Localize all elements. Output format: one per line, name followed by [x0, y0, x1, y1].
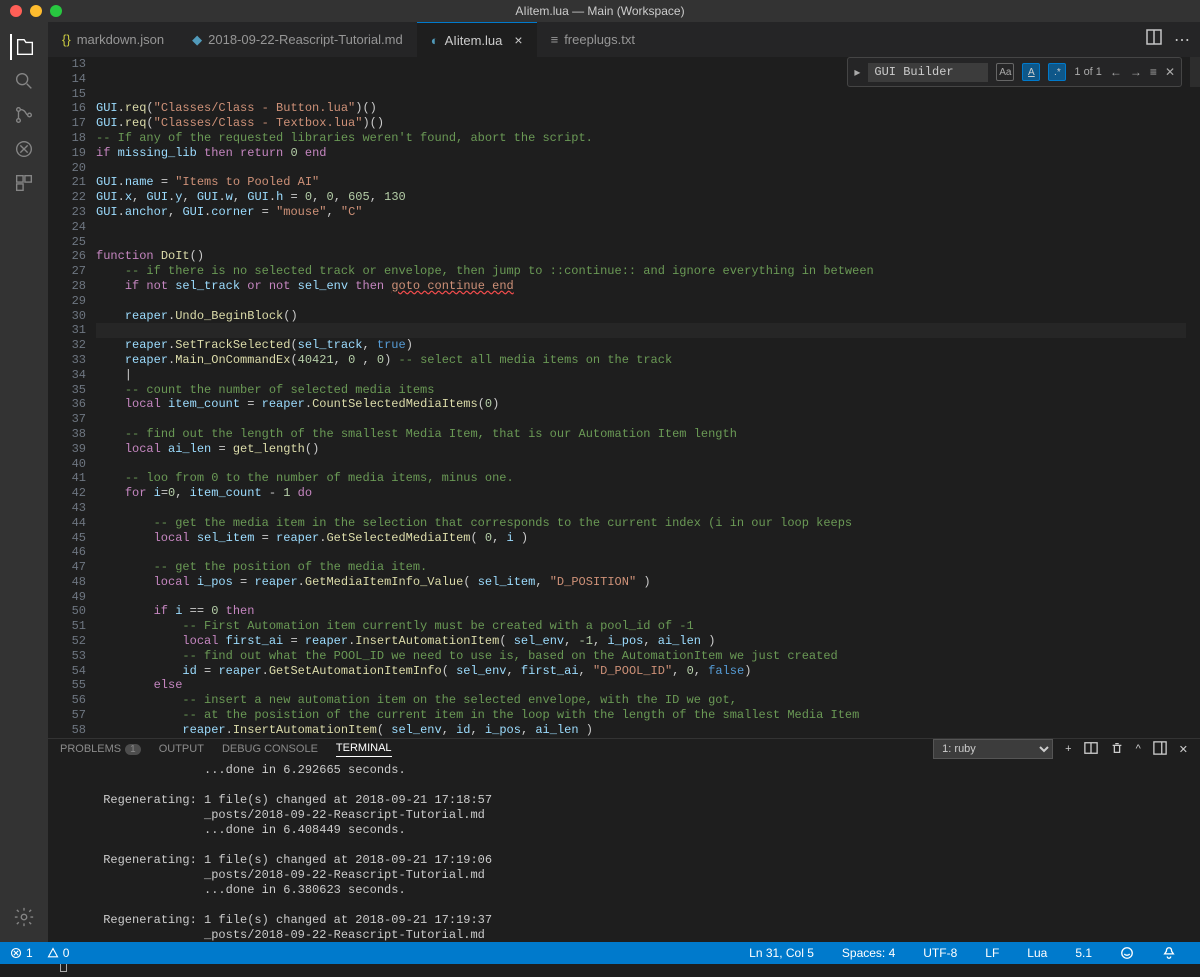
extensions-icon[interactable]: [11, 170, 37, 196]
settings-icon[interactable]: [11, 904, 37, 930]
more-icon[interactable]: ⋯: [1174, 30, 1190, 50]
braces-icon: {}: [62, 32, 71, 47]
explorer-icon[interactable]: [10, 34, 36, 60]
current-line-highlight: [96, 323, 1200, 338]
tab-reascript-tutorial[interactable]: ◆ 2018-09-22-Reascript-Tutorial.md: [178, 22, 417, 57]
source-control-icon[interactable]: [11, 102, 37, 128]
maximize-panel-icon[interactable]: ^: [1136, 743, 1141, 755]
tab-label: 2018-09-22-Reascript-Tutorial.md: [208, 32, 403, 47]
status-eol[interactable]: LF: [985, 946, 999, 960]
maximize-window-icon[interactable]: [50, 5, 62, 17]
terminal-selector[interactable]: 1: ruby: [933, 739, 1053, 759]
panel-tab-problems[interactable]: PROBLEMS 1: [60, 743, 141, 755]
minimap[interactable]: [1186, 57, 1200, 738]
minimize-window-icon[interactable]: [30, 5, 42, 17]
status-warnings[interactable]: 0: [47, 946, 70, 960]
kill-terminal-icon[interactable]: [1110, 741, 1124, 758]
line-gutter: 1314151617181920212223242526272829303132…: [48, 57, 96, 738]
notifications-icon[interactable]: [1162, 946, 1176, 960]
window-title: AIitem.lua — Main (Workspace): [515, 4, 684, 18]
panel-tab-output[interactable]: OUTPUT: [159, 743, 204, 755]
feedback-icon[interactable]: [1120, 946, 1134, 960]
code-area[interactable]: GUI.req("Classes/Class - Button.lua")()G…: [96, 57, 1200, 738]
minimap-slider[interactable]: [1190, 57, 1200, 87]
split-terminal-icon[interactable]: [1084, 741, 1098, 758]
status-spaces[interactable]: Spaces: 4: [842, 946, 895, 960]
lua-icon: ◐: [431, 33, 439, 48]
text-icon: ≡: [551, 32, 559, 47]
tab-label: markdown.json: [77, 32, 164, 47]
close-panel-icon[interactable]: ✕: [1179, 743, 1188, 756]
status-linecol[interactable]: Ln 31, Col 5: [749, 946, 814, 960]
split-editor-icon[interactable]: [1146, 29, 1162, 50]
panel-tab-terminal[interactable]: TERMINAL: [336, 742, 392, 757]
status-language[interactable]: Lua: [1027, 946, 1047, 960]
tab-label: freeplugs.txt: [564, 32, 635, 47]
toggle-panel-layout-icon[interactable]: [1153, 741, 1167, 758]
problems-count-badge: 1: [125, 744, 141, 755]
status-encoding[interactable]: UTF-8: [923, 946, 957, 960]
window-controls: [10, 5, 62, 17]
close-tab-icon[interactable]: ×: [508, 32, 522, 48]
tab-label: AIitem.lua: [445, 33, 503, 48]
tab-freeplugs-txt[interactable]: ≡ freeplugs.txt: [537, 22, 649, 57]
activity-bar: [0, 22, 48, 942]
editor[interactable]: 1314151617181920212223242526272829303132…: [48, 57, 1200, 738]
tab-bar: {} markdown.json ◆ 2018-09-22-Reascript-…: [0, 22, 1200, 57]
status-bar: 1 0 Ln 31, Col 5 Spaces: 4 UTF-8 LF Lua …: [0, 942, 1200, 964]
search-icon[interactable]: [11, 68, 37, 94]
markdown-icon: ◆: [192, 32, 202, 48]
new-terminal-icon[interactable]: +: [1065, 743, 1071, 755]
status-errors[interactable]: 1: [10, 946, 33, 960]
debug-icon[interactable]: [11, 136, 37, 162]
close-window-icon[interactable]: [10, 5, 22, 17]
titlebar: AIitem.lua — Main (Workspace): [0, 0, 1200, 22]
tab-aiitem-lua[interactable]: ◐ AIitem.lua ×: [417, 22, 537, 57]
panel-tab-bar: PROBLEMS 1 OUTPUT DEBUG CONSOLE TERMINAL…: [48, 739, 1200, 759]
panel-tab-debug[interactable]: DEBUG CONSOLE: [222, 743, 318, 755]
status-version[interactable]: 5.1: [1075, 946, 1092, 960]
bottom-panel: PROBLEMS 1 OUTPUT DEBUG CONSOLE TERMINAL…: [48, 738, 1200, 942]
tab-markdown-json[interactable]: {} markdown.json: [48, 22, 178, 57]
